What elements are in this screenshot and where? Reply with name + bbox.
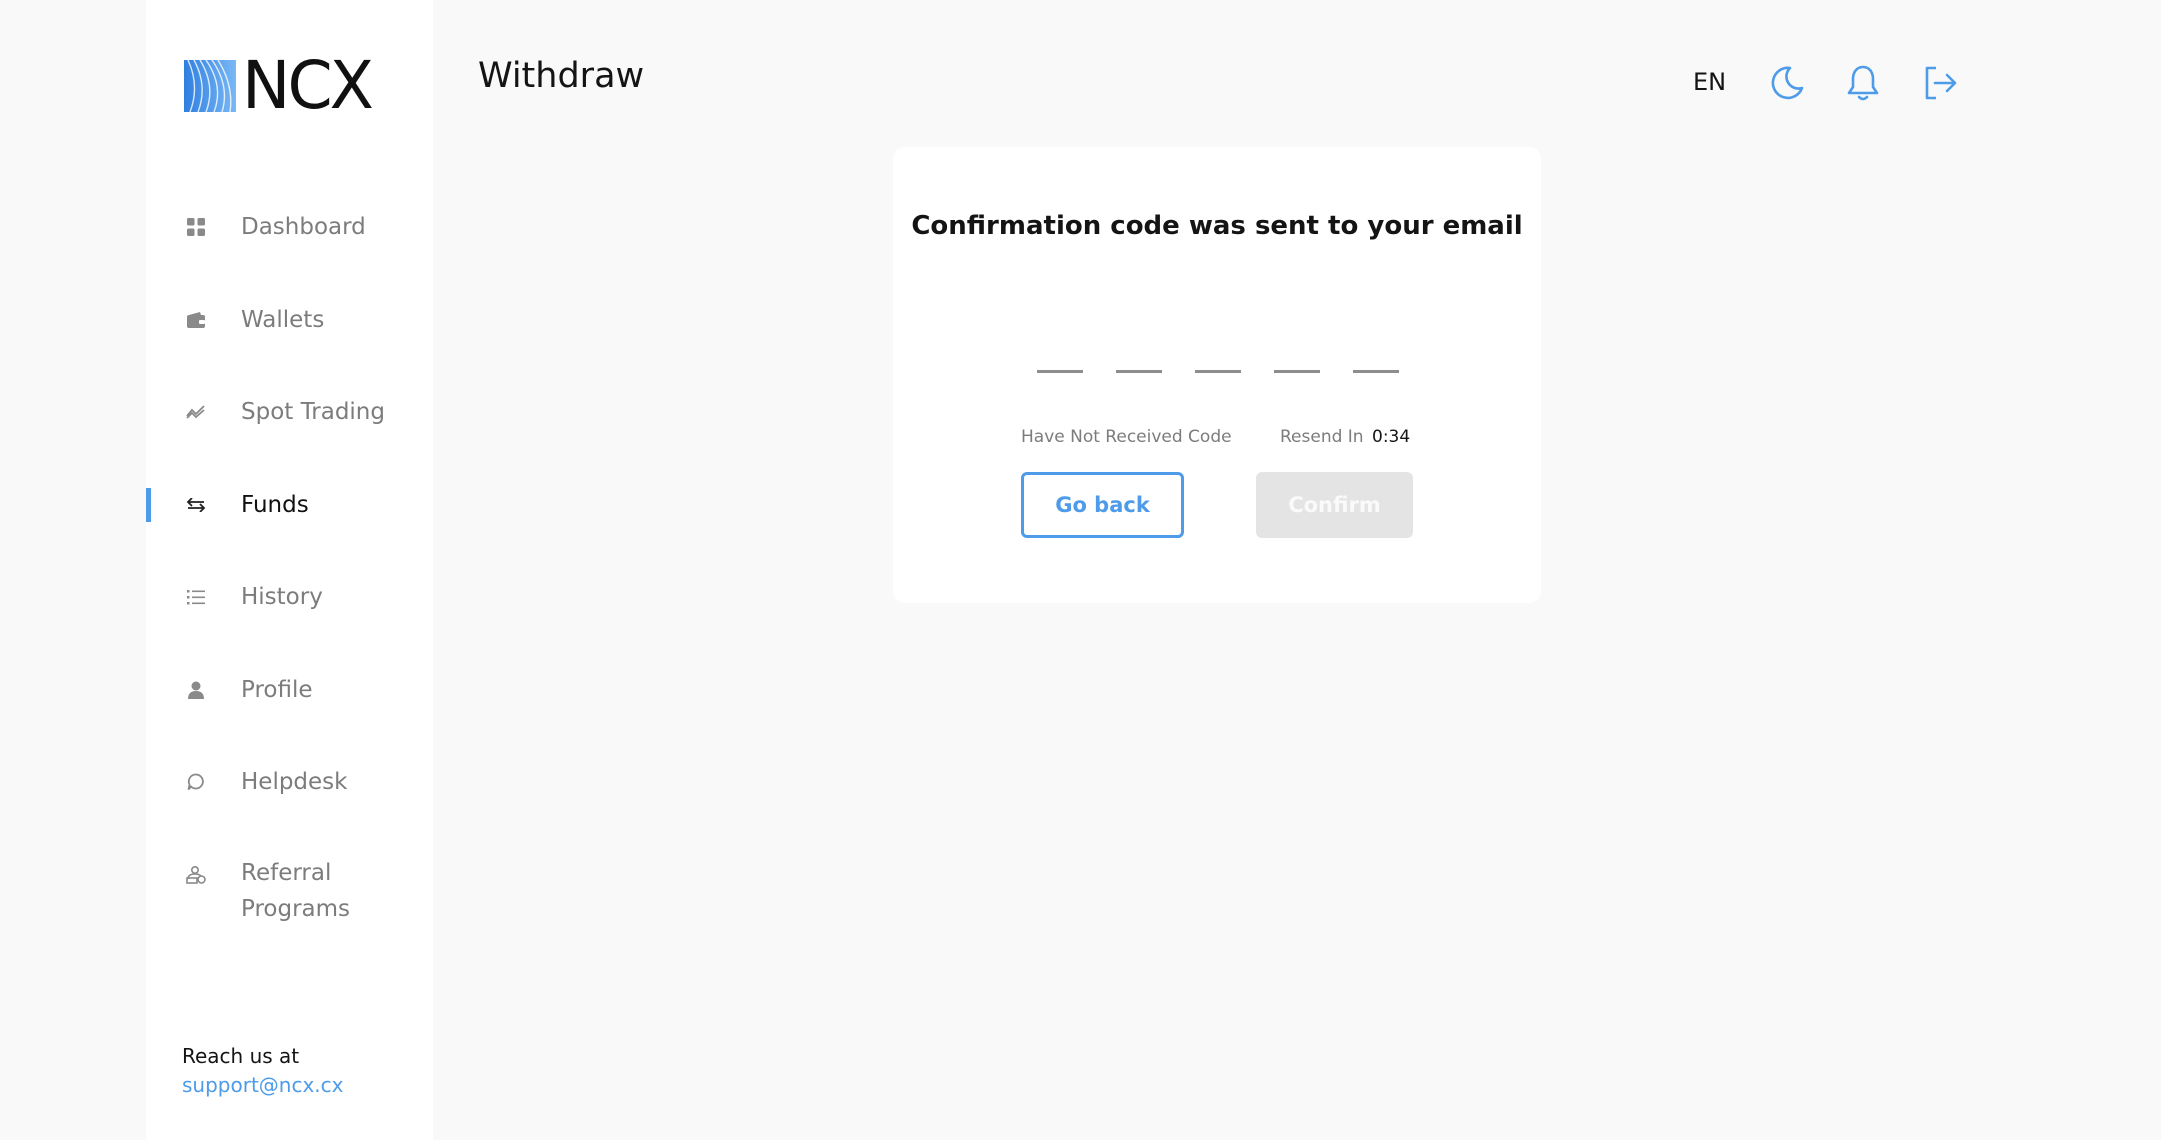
grid-icon (186, 217, 206, 237)
sidebar-item-dashboard[interactable]: Dashboard (146, 207, 433, 247)
chat-bubble-icon (186, 772, 206, 792)
sidebar-item-referral-programs[interactable]: Referral Programs (146, 855, 433, 935)
logout-button[interactable] (1920, 62, 1960, 104)
sidebar-item-label: Spot Trading (241, 399, 385, 425)
trend-icon (186, 402, 206, 422)
sidebar-item-label: History (241, 584, 323, 610)
sidebar-item-funds[interactable]: Funds (146, 485, 433, 525)
sidebar-item-label: Referral Programs (241, 860, 351, 922)
confirm-button[interactable]: Confirm (1256, 472, 1413, 538)
active-indicator (146, 488, 151, 522)
code-digit-input[interactable] (1037, 370, 1083, 373)
support-email-link[interactable]: support@ncx.cx (182, 1073, 343, 1097)
code-digit-input[interactable] (1353, 370, 1399, 373)
code-digit-input[interactable] (1195, 370, 1241, 373)
code-input-group (1037, 370, 1399, 373)
sidebar-item-label: Profile (241, 677, 313, 703)
code-digit-input[interactable] (1116, 370, 1162, 373)
resend-label: Resend In (1280, 427, 1364, 447)
contact-label: Reach us at (182, 1044, 300, 1068)
confirmation-card: Confirmation code was sent to your email… (893, 147, 1541, 603)
sidebar-item-history[interactable]: History (146, 577, 433, 617)
sidebar-item-spot-trading[interactable]: Spot Trading (146, 392, 433, 432)
transfer-arrows-icon (186, 495, 206, 515)
language-selector[interactable]: EN (1693, 68, 1726, 96)
notifications-button[interactable] (1843, 62, 1883, 104)
list-icon (186, 587, 206, 607)
moon-icon (1771, 66, 1804, 100)
sidebar-item-wallets[interactable]: Wallets (146, 300, 433, 340)
go-back-button[interactable]: Go back (1021, 472, 1184, 538)
confirmation-title: Confirmation code was sent to your email (911, 211, 1523, 241)
sidebar-item-helpdesk[interactable]: Helpdesk (146, 762, 433, 802)
sidebar: NCX Dashboard Wallets Spot Trading Funds… (146, 0, 433, 1140)
page-title: Withdraw (478, 56, 645, 96)
wallet-icon (186, 310, 206, 330)
ncx-logo-mark-icon (184, 60, 236, 112)
bell-icon (1847, 65, 1879, 101)
sidebar-item-label: Wallets (241, 307, 325, 333)
code-digit-input[interactable] (1274, 370, 1320, 373)
theme-toggle-button[interactable] (1767, 62, 1807, 104)
user-icon (186, 680, 206, 700)
logo[interactable]: NCX (184, 47, 390, 124)
sidebar-item-label: Dashboard (241, 214, 366, 240)
brand-name: NCX (242, 47, 374, 124)
logout-icon (1925, 66, 1957, 100)
resend-timer: 0:34 (1372, 427, 1411, 447)
not-received-link[interactable]: Have Not Received Code (1021, 427, 1232, 447)
sidebar-item-label: Funds (241, 492, 309, 518)
sidebar-item-label: Helpdesk (241, 769, 348, 795)
sidebar-item-profile[interactable]: Profile (146, 670, 433, 710)
referral-icon (186, 865, 206, 885)
